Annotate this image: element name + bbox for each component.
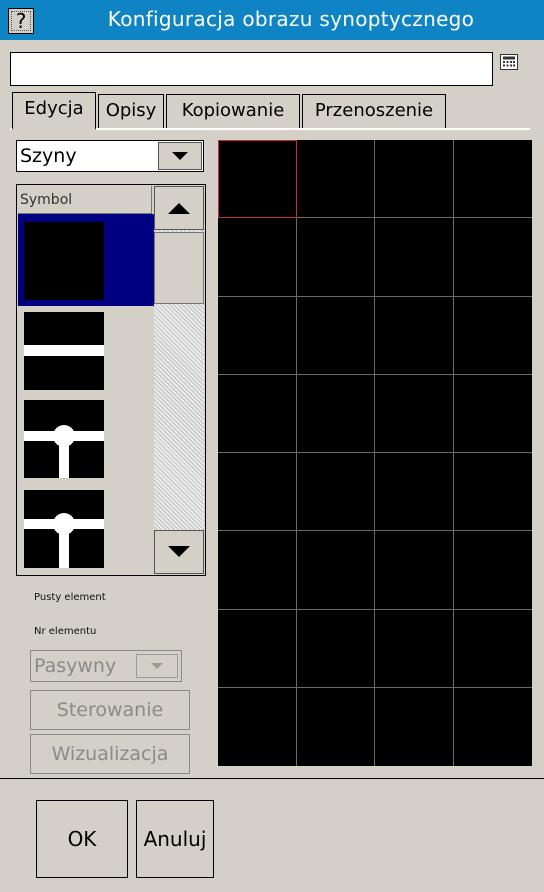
grid-cell[interactable] [375,609,454,688]
symbol-list-item[interactable] [24,312,104,390]
grid-cell[interactable] [218,374,297,453]
element-name-label: Pusty element [34,592,106,603]
help-button[interactable]: ? [8,8,34,34]
symbol-list-header: Symbol [18,186,152,214]
chevron-down-icon [172,152,188,160]
grid-cell[interactable] [218,687,297,766]
symbol-list-item[interactable] [24,490,104,568]
horizontal-bus-icon [24,312,104,390]
tab-przenoszenie[interactable]: Przenoszenie [302,94,446,128]
grid-cell[interactable] [453,531,532,610]
synoptic-name-input[interactable] [10,52,493,86]
cancel-button[interactable]: Anuluj [136,800,214,878]
grid-cell[interactable] [218,531,297,610]
bus-tee-junction-icon [24,400,104,478]
grid-cell[interactable] [375,531,454,610]
grid-cell[interactable] [375,374,454,453]
grid-cell[interactable] [375,296,454,375]
grid-cell[interactable] [453,453,532,532]
grid-cell[interactable] [453,375,532,453]
element-mode-dropdown-button [136,654,178,678]
grid-cell[interactable] [296,609,375,688]
grid-cell[interactable] [218,296,297,375]
scrollbar-thumb[interactable] [154,232,204,304]
category-select-value: Szyny [20,145,77,167]
grid-cell[interactable] [453,218,532,297]
synoptic-grid[interactable] [218,140,532,766]
calculator-icon[interactable] [500,54,518,70]
tab-edycja[interactable]: Edycja [12,92,96,130]
grid-cell[interactable] [296,140,375,219]
empty-symbol-icon [24,222,104,300]
chevron-up-icon [168,203,190,214]
ok-button[interactable]: OK [36,800,128,878]
visualization-button: Wizualizacja [30,734,190,774]
grid-cell[interactable] [453,610,532,688]
grid-cell[interactable] [296,218,375,297]
grid-cell[interactable] [296,531,375,610]
grid-cell[interactable] [218,140,297,219]
bus-tee-junction-icon [24,490,104,568]
grid-cell[interactable] [375,687,454,766]
grid-cell[interactable] [454,688,533,766]
grid-cell[interactable] [375,218,454,297]
chevron-down-icon [151,663,163,669]
grid-cell[interactable] [296,374,375,453]
grid-cell[interactable] [453,297,532,375]
footer-separator [0,778,544,792]
category-dropdown-button[interactable] [158,142,202,170]
tab-opisy[interactable]: Opisy [98,94,164,128]
grid-cell[interactable] [297,687,375,766]
tab-kopiowanie[interactable]: Kopiowanie [166,94,300,128]
element-mode-value: Pasywny [34,655,117,677]
scroll-up-button[interactable] [154,186,204,230]
grid-cell[interactable] [218,218,297,297]
grid-cell[interactable] [218,453,297,532]
grid-cell[interactable] [296,296,375,375]
grid-cell[interactable] [453,140,532,219]
symbol-list-item[interactable] [24,400,104,478]
control-button: Sterowanie [30,690,190,730]
grid-cell[interactable] [296,453,375,532]
element-number-label: Nr elementu [34,626,97,637]
scroll-down-button[interactable] [154,530,204,574]
grid-cell[interactable] [375,453,454,532]
grid-cell[interactable] [375,140,454,219]
chevron-down-icon [168,546,190,557]
grid-cell[interactable] [218,609,297,688]
help-button-focus [11,11,31,31]
window-title: Konfiguracja obrazu synoptycznego [107,7,475,31]
